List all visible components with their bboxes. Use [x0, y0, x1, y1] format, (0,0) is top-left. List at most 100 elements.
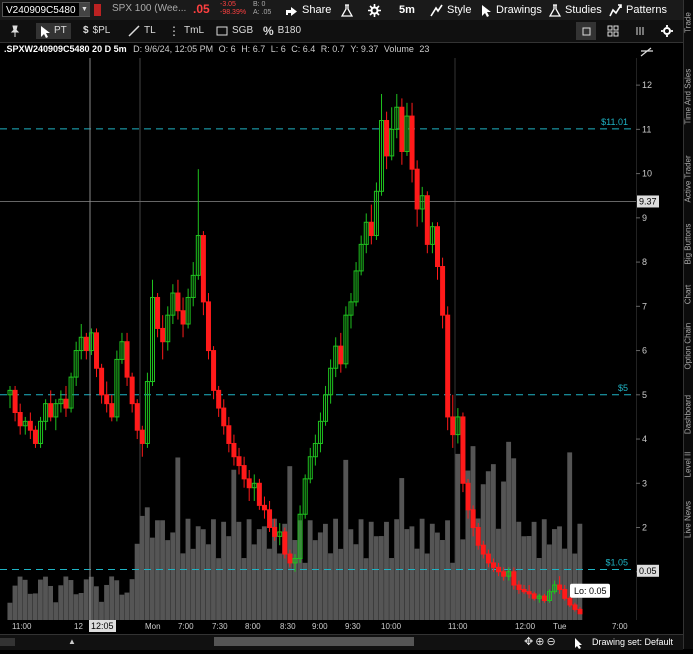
bid: B: 0: [253, 1, 266, 8]
flask-button[interactable]: [341, 2, 353, 18]
drawing-cursor-icon[interactable]: [574, 636, 583, 654]
candle-body: [48, 403, 54, 418]
volume-bar: [455, 453, 461, 620]
volume-bar: [180, 553, 186, 620]
symbol-input[interactable]: V240909C5480: [2, 2, 90, 17]
chart-nav-controls[interactable]: ✥⊕⊖: [524, 635, 558, 648]
volume-bar: [516, 521, 522, 620]
horizontal-scrollbar[interactable]: [214, 637, 414, 646]
single-layout-button[interactable]: [576, 22, 596, 40]
volume-bar: [353, 544, 359, 620]
link-color-icon[interactable]: [94, 4, 101, 16]
candle-body: [440, 266, 446, 316]
candle-body: [526, 591, 532, 595]
sgb-tool[interactable]: SGB: [216, 23, 253, 39]
sidebar-tab[interactable]: Dashboard: [684, 395, 693, 435]
volume-bar: [307, 520, 313, 620]
volume-bar: [399, 478, 405, 620]
expand-icon[interactable]: ▲: [68, 637, 76, 646]
sidebar-tab[interactable]: Live News: [684, 500, 693, 540]
bar-volume: 23: [419, 44, 430, 54]
volume-bar: [129, 579, 135, 620]
volume-bar: [246, 519, 252, 620]
drawings-label: Drawings: [496, 4, 542, 16]
zoom-out-icon[interactable]: ⊖: [546, 636, 557, 648]
time-axis[interactable]: 11:00 12 Mon 7:00 7:30 8:00 8:30 9:00 9:30 10:00 1…: [0, 620, 636, 634]
volume-bar: [343, 459, 349, 620]
candle-body: [12, 389, 18, 413]
price-tick-label: 9: [642, 213, 647, 223]
timeframe-button[interactable]: 5m: [399, 2, 415, 18]
candle-body: [368, 221, 374, 237]
volume-bar: [190, 548, 196, 620]
candle-body: [516, 584, 522, 590]
pointer-tool[interactable]: PT: [36, 23, 71, 39]
timeline-tool[interactable]: ⋮ TmL: [168, 23, 204, 39]
volume-bar: [83, 579, 89, 620]
sidebar-tab[interactable]: Trade: [684, 3, 693, 43]
volume-bar: [460, 539, 466, 620]
price-tick-label: 8: [642, 257, 647, 267]
volume-bar: [389, 558, 394, 620]
volume-bar: [256, 529, 262, 620]
time-tick-label: Mon: [145, 622, 161, 631]
volume-bar: [7, 602, 13, 620]
volume-bar: [104, 584, 109, 620]
candle-body: [267, 509, 273, 529]
drawings-button[interactable]: Drawings: [481, 2, 542, 18]
volume-bar: [440, 540, 445, 620]
candle-body: [470, 509, 476, 529]
patterns-label: Patterns: [626, 4, 667, 16]
sidebar-tab[interactable]: Level II: [684, 445, 693, 485]
sidebar-tab[interactable]: Time And Sales: [684, 69, 693, 125]
candle-body: [109, 403, 115, 418]
price-tick-label: 5: [642, 390, 647, 400]
volume-bar: [48, 585, 54, 620]
pan-icon[interactable]: ✥: [524, 636, 535, 648]
volume-bar: [373, 536, 379, 620]
candle-body: [414, 168, 420, 210]
candle-body: [460, 416, 466, 484]
volume-bar: [384, 521, 389, 620]
chart-plot-area[interactable]: $11.01 $5 $1.05 Lo: 0.05: [0, 58, 636, 620]
volume-bar: [195, 526, 201, 620]
chart-mode-button[interactable]: [630, 22, 650, 40]
sidebar-tab[interactable]: Option Chain: [684, 323, 693, 370]
grid-icon: [607, 25, 619, 37]
trendline-tool[interactable]: TL: [128, 23, 156, 39]
sidebar-tab[interactable]: Active Trader: [684, 155, 693, 202]
drawing-set-label[interactable]: Drawing set: Default: [592, 637, 673, 647]
sgb-label: SGB: [232, 25, 254, 36]
square-icon: [582, 27, 591, 36]
volume-bar: [363, 558, 369, 620]
patterns-button[interactable]: Patterns: [609, 2, 667, 18]
share-button[interactable]: Share: [285, 2, 331, 18]
studies-button[interactable]: Studies: [549, 2, 602, 18]
chart-settings-button[interactable]: [657, 22, 677, 40]
volume-label: Volume: [383, 44, 414, 54]
grid-layout-button[interactable]: [603, 22, 623, 40]
price-level-tool[interactable]: $ $PL: [83, 23, 110, 39]
pin-tool[interactable]: [10, 23, 20, 39]
trendline-icon: [128, 25, 140, 37]
sidebar-tab[interactable]: Big Buttons: [684, 224, 693, 265]
price-tick-label: 10: [642, 169, 652, 179]
top-toolbar: V240909C5480 ▼ SPX 100 (Wee... .05 -3.05…: [0, 0, 693, 21]
candle-body: [567, 597, 573, 606]
time-tick-label: 7:00: [178, 622, 194, 631]
style-button[interactable]: Style: [430, 2, 471, 18]
volume-bar: [73, 594, 79, 620]
symbol-dropdown-icon[interactable]: ▼: [79, 3, 90, 16]
scroll-left-button[interactable]: [0, 638, 15, 646]
price-axis[interactable]: 1211109876543219.370.05: [636, 58, 683, 620]
b180-tool[interactable]: % B180: [263, 23, 301, 39]
volume-bar: [119, 594, 125, 620]
last-price-label: 0.05: [639, 566, 657, 576]
candle-body: [287, 553, 293, 564]
settings-button[interactable]: [368, 2, 381, 18]
volume-bar: [134, 543, 140, 620]
share-icon: [286, 7, 297, 16]
volume-bar: [267, 548, 272, 620]
zoom-in-icon[interactable]: ⊕: [535, 636, 546, 648]
sidebar-tab[interactable]: Chart: [684, 275, 693, 315]
